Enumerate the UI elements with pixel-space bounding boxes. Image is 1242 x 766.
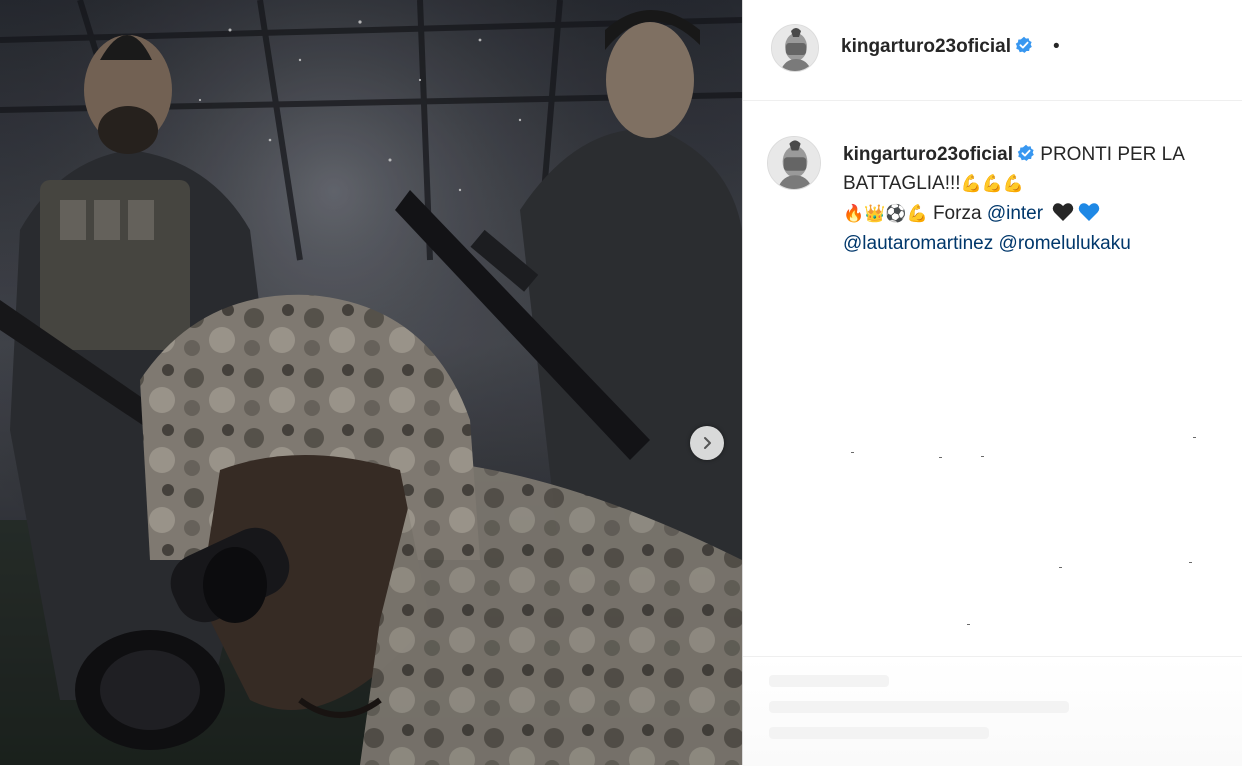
next-slide-button[interactable] (690, 426, 724, 460)
header-separator: • (1053, 36, 1060, 57)
mention-romelulukaku[interactable]: @romelulukaku (999, 233, 1131, 254)
flexed-biceps-emojis: 💪💪💪 (960, 174, 1025, 194)
mention-inter[interactable]: @inter (987, 203, 1043, 224)
author-avatar[interactable] (771, 24, 819, 72)
author-header: kingarturo23oficial (841, 36, 1033, 58)
verified-badge-icon (1017, 144, 1034, 161)
forza-text: Forza (932, 203, 982, 224)
footer-placeholder (769, 727, 989, 739)
verified-badge-icon (1015, 36, 1032, 53)
avatar-image (768, 137, 820, 189)
post-header: kingarturo23oficial • (743, 0, 1242, 101)
post-media[interactable] (0, 0, 742, 765)
black-heart-icon (1053, 203, 1074, 221)
footer-placeholder (769, 701, 1069, 713)
chevron-right-icon (704, 437, 711, 449)
author-username[interactable]: kingarturo23oficial (841, 36, 1011, 57)
comments-footer (743, 656, 1242, 766)
mention-lautaromartinez[interactable]: @lautaromartinez (843, 233, 993, 254)
caption-avatar[interactable] (767, 136, 821, 190)
post-caption: kingarturo23oficial PRONTI PER LA BATTAG… (843, 140, 1223, 258)
emoji-row: 🔥👑⚽💪 (843, 204, 928, 224)
post-image (0, 0, 742, 765)
post-sidebar: kingarturo23oficial • kingarturo23oficia… (742, 0, 1242, 766)
avatar-image (772, 25, 818, 71)
blue-heart-icon (1079, 203, 1100, 221)
caption-username[interactable]: kingarturo23oficial (843, 144, 1013, 165)
footer-placeholder (769, 675, 889, 687)
